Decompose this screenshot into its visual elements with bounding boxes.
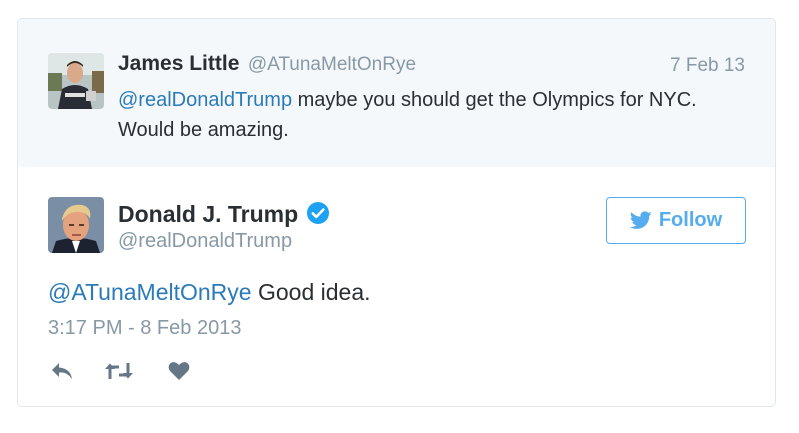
- retweet-icon: [105, 363, 133, 379]
- verified-badge-icon: [306, 201, 330, 231]
- reply-button[interactable]: [50, 358, 74, 384]
- reply-icon: [52, 363, 72, 379]
- parent-author-handle[interactable]: @ATunaMeltOnRye: [248, 54, 416, 75]
- main-tweet-text: @ATunaMeltOnRye Good idea.: [48, 279, 371, 306]
- like-icon: [168, 362, 190, 380]
- follow-label: Follow: [658, 209, 723, 231]
- parent-tweet-text: @realDonaldTrump maybe you should get th…: [118, 85, 748, 145]
- twitter-bird-icon: [629, 211, 652, 229]
- avatar-james-little[interactable]: [48, 53, 104, 109]
- main-author-name-text: Donald J. Trump: [118, 201, 299, 227]
- like-button[interactable]: [168, 358, 190, 384]
- avatar-donald-trump[interactable]: [48, 197, 104, 253]
- parent-date[interactable]: 7 Feb 13: [670, 55, 745, 77]
- tweet-timestamp[interactable]: 3:17 PM - 8 Feb 2013: [48, 317, 241, 340]
- main-author-handle[interactable]: @realDonaldTrump: [118, 230, 292, 253]
- main-text-body: Good idea.: [251, 279, 371, 305]
- mention-link[interactable]: @ATunaMeltOnRye: [48, 279, 252, 305]
- parent-header: James Little @ATunaMeltOnRye: [118, 52, 416, 76]
- parent-tweet[interactable]: James Little @ATunaMeltOnRye 7 Feb 13 @r…: [18, 19, 775, 167]
- main-author-name[interactable]: Donald J. Trump: [118, 201, 330, 231]
- follow-button[interactable]: Follow: [606, 197, 746, 244]
- mention-link[interactable]: @realDonaldTrump: [118, 89, 292, 111]
- retweet-button[interactable]: [104, 358, 134, 384]
- embedded-tweet-card: James Little @ATunaMeltOnRye 7 Feb 13 @r…: [17, 18, 776, 407]
- parent-author-name[interactable]: James Little: [118, 52, 239, 75]
